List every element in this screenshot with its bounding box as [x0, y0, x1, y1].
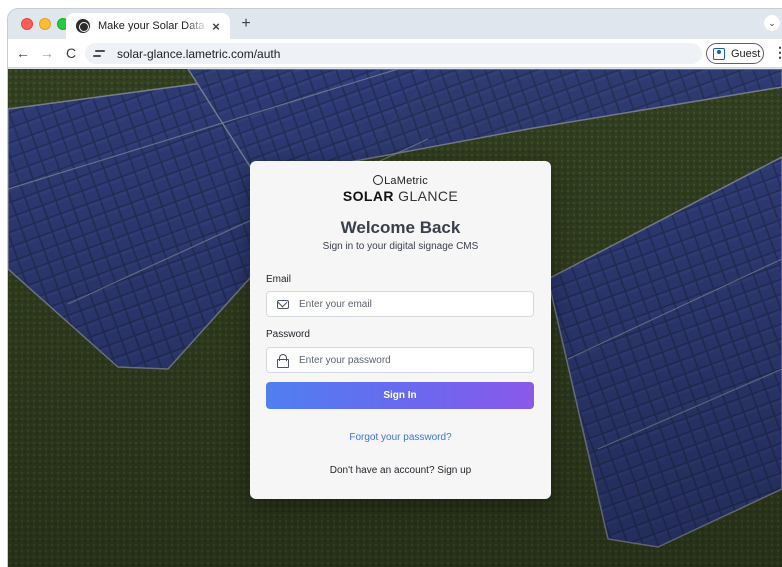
tab-strip: Make your Solar Data Shine w × + ⌄	[8, 9, 782, 39]
password-field-wrapper[interactable]	[266, 347, 534, 373]
password-label: Password	[266, 329, 310, 340]
minimize-window-button[interactable]	[39, 18, 51, 30]
brand-top-text: LaMetric	[384, 175, 428, 187]
lametric-ring-icon	[373, 175, 384, 185]
brand-main-light: GLANCE	[398, 188, 459, 204]
profile-button[interactable]: Guest	[706, 43, 764, 64]
tab-search-icon[interactable]: ⌄	[764, 15, 780, 31]
mail-icon	[277, 299, 289, 309]
person-badge-icon	[713, 47, 725, 60]
sign-up-link[interactable]: Don't have an account? Sign up	[250, 465, 551, 476]
forward-icon[interactable]: →	[38, 44, 56, 62]
password-field[interactable]	[299, 354, 519, 366]
forgot-password-link[interactable]: Forgot your password?	[250, 432, 551, 443]
url-text[interactable]: solar-glance.lametric.com/auth	[117, 47, 280, 61]
lock-icon	[277, 354, 289, 368]
browser-toolbar: ← → C solar-glance.lametric.com/auth Gue…	[8, 39, 782, 68]
browser-menu-icon[interactable]: ⋮	[773, 44, 782, 61]
login-card: LaMetric SOLAR GLANCE Welcome Back Sign …	[250, 161, 551, 499]
email-field-wrapper[interactable]	[266, 291, 534, 317]
tab-title: Make your Solar Data Shine w	[98, 20, 208, 32]
new-tab-button[interactable]: +	[237, 15, 255, 33]
browser-window: Make your Solar Data Shine w × + ⌄ ← → C…	[8, 9, 782, 567]
sign-in-button[interactable]: Sign In	[266, 382, 534, 409]
profile-label: Guest	[731, 47, 761, 60]
brand-logo: LaMetric SOLAR GLANCE	[250, 175, 551, 204]
page-subtitle: Sign in to your digital signage CMS	[322, 241, 479, 252]
tab-close-icon[interactable]: ×	[208, 19, 224, 34]
lametric-logo-icon	[76, 19, 90, 33]
tune-icon[interactable]	[93, 47, 107, 61]
address-bar[interactable]: solar-glance.lametric.com/auth	[85, 43, 702, 64]
email-label: Email	[266, 274, 292, 285]
browser-tab-active[interactable]: Make your Solar Data Shine w ×	[66, 13, 230, 39]
page-viewport: LaMetric SOLAR GLANCE Welcome Back Sign …	[8, 69, 782, 567]
email-field[interactable]	[299, 298, 519, 310]
page-title: Welcome Back	[340, 218, 461, 237]
close-window-button[interactable]	[21, 18, 33, 30]
brand-main-bold: SOLAR	[342, 188, 394, 204]
reload-icon[interactable]: C	[62, 44, 80, 62]
back-icon[interactable]: ←	[14, 44, 32, 62]
